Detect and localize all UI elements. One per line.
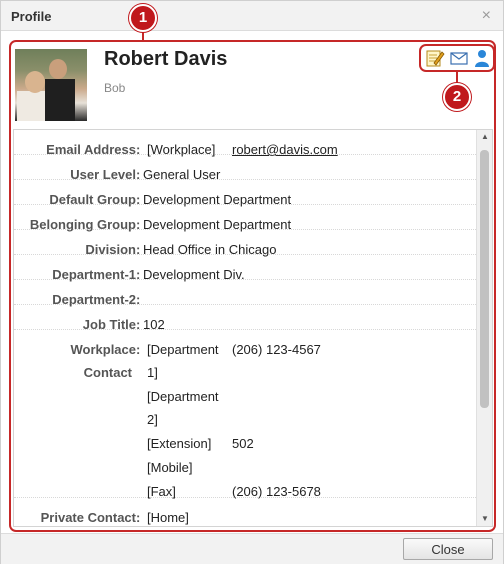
row-division: Division : Head Office in Chicago [14,230,476,257]
contact-tag: [Department [147,389,219,404]
row-private-contact: Private Contact : [Home] [14,498,476,526]
scroll-down-arrow-icon[interactable]: ▼ [477,512,492,526]
contact-tag: [Extension] [147,436,212,451]
scrollbar-thumb[interactable] [480,150,489,408]
contact-tag: [Mobile] [147,460,193,475]
contact-value: (206) 123-5678 [232,484,321,499]
callout-badge-1: 1 [129,4,157,32]
row-job-title: Job Title : 102 [14,305,476,332]
profile-details-panel[interactable]: Email Address : [Workplace] robert@davis… [13,129,493,527]
dialog-titlebar: Profile × [1,1,503,31]
profile-name: Robert Davis [104,48,228,70]
close-button[interactable]: Close [403,538,493,560]
row-workplace-contact: Workplace : Contact [Department (206) 12… [14,330,476,499]
contact-tag: 1] [147,365,158,380]
row-email: Email Address : [Workplace] robert@davis… [14,130,476,157]
close-icon[interactable]: × [482,7,491,25]
user-icon[interactable] [472,48,492,68]
row-default-group: Default Group : Development Department [14,180,476,207]
scroll-up-arrow-icon[interactable]: ▲ [477,130,492,144]
dialog-title: Profile [11,9,52,24]
row-department-2: Department-2 : [14,280,476,307]
contact-tag: [Department [147,342,219,357]
contact-tag: [Fax] [147,484,176,499]
private-contact-label: Private Contact [40,510,136,525]
row-department-1: Department-1 : Development Div. [14,255,476,282]
profile-details-list: Email Address : [Workplace] robert@davis… [14,130,476,526]
profile-photo [15,49,87,121]
profile-nickname: Bob [104,81,126,95]
edit-icon[interactable] [425,48,445,68]
mail-icon[interactable] [449,48,469,68]
workplace-contact-label: Workplace [70,342,136,357]
contact-tag: 2] [147,412,158,427]
row-user-level: User Level : General User [14,155,476,182]
row-belonging-group: Belonging Group : Development Department [14,205,476,232]
contact-value: 502 [232,436,254,451]
contact-value: (206) 123-4567 [232,342,321,357]
workplace-contact-label-2: Contact [83,365,132,380]
details-scrollbar[interactable]: ▲ ▼ [476,130,492,526]
profile-dialog: Profile × 1 2 Robert Davis Bob Email Add… [0,0,504,564]
private-contact-tag: [Home] [147,510,189,525]
callout-badge-2: 2 [443,83,471,111]
